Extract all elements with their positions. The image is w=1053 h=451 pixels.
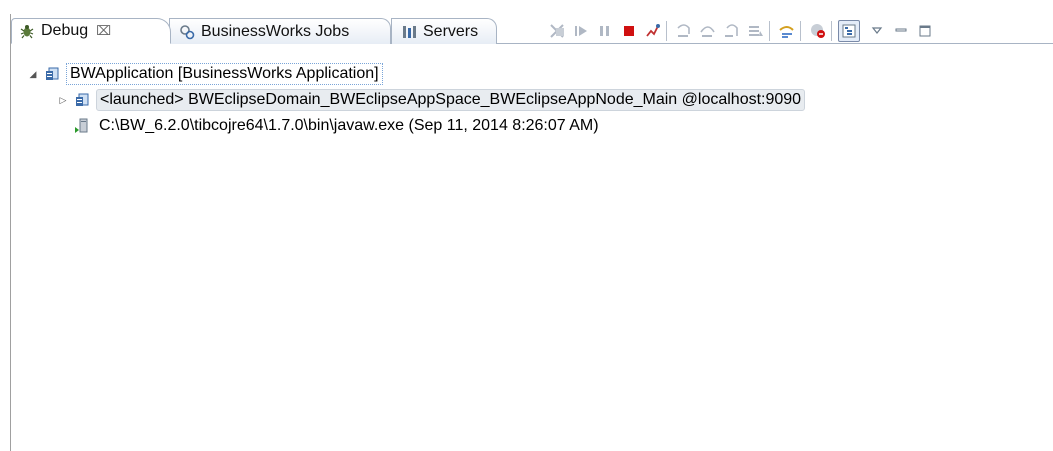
view-menu-chevron-icon[interactable] (866, 20, 888, 42)
disconnect-icon[interactable] (642, 20, 664, 42)
toolbar-separator (800, 21, 801, 41)
servers-icon (400, 23, 418, 41)
suspend-icon[interactable] (594, 20, 616, 42)
collapsed-twisty-icon[interactable]: ▷ (57, 95, 69, 106)
debug-toolbar (546, 20, 938, 42)
step-over-icon[interactable] (697, 20, 719, 42)
minimize-icon[interactable] (890, 20, 912, 42)
debug-bug-icon (18, 22, 36, 40)
step-return-icon[interactable] (721, 20, 743, 42)
tab-debug[interactable]: Debug ⌧ (11, 18, 171, 44)
tree-item-process[interactable]: C:\BW_6.2.0\tibcojre64\1.7.0\bin\javaw.e… (73, 113, 602, 139)
toolbar-separator (769, 21, 770, 41)
bw-application-icon (43, 65, 61, 83)
process-icon (73, 117, 91, 135)
tab-jobs-label: BusinessWorks Jobs (201, 22, 350, 40)
expanded-twisty-icon[interactable]: ◢ (27, 69, 39, 80)
drop-to-frame-icon[interactable] (745, 20, 767, 42)
tree-item-label: BWApplication [BusinessWorks Application… (66, 63, 383, 85)
tab-debug-label: Debug (41, 22, 89, 39)
tab-servers[interactable]: Servers (391, 18, 497, 44)
tree-item-label: C:\BW_6.2.0\tibcojre64\1.7.0\bin\javaw.e… (99, 117, 599, 134)
use-step-filters-icon[interactable] (776, 20, 798, 42)
tree-item-label: <launched> BWEclipseDomain_BWEclipseAppS… (96, 89, 806, 111)
jobs-gears-icon (178, 23, 196, 41)
debug-view: Debug ⌧ BusinessWorks Jobs Servers ◢ BWA… (10, 14, 1053, 451)
maximize-icon[interactable] (914, 20, 936, 42)
bw-node-icon (73, 91, 91, 109)
step-into-icon[interactable] (673, 20, 695, 42)
terminate-icon[interactable] (618, 20, 640, 42)
tree-item-bwapplication[interactable]: ◢ BWApplication [BusinessWorks Applicati… (27, 61, 383, 87)
tab-close-icon[interactable]: ⌧ (96, 23, 111, 39)
show-debug-view-icon[interactable] (838, 20, 860, 42)
remove-launches-icon[interactable] (546, 20, 568, 42)
toolbar-separator (666, 21, 667, 41)
tab-servers-label: Servers (423, 22, 479, 40)
toolbar-separator (831, 21, 832, 41)
tab-businessworks-jobs[interactable]: BusinessWorks Jobs (169, 18, 391, 44)
resume-icon[interactable] (570, 20, 592, 42)
skip-breakpoints-icon[interactable] (807, 20, 829, 42)
tree-item-launched-node[interactable]: ▷ <launched> BWEclipseDomain_BWEclipseAp… (57, 87, 806, 113)
